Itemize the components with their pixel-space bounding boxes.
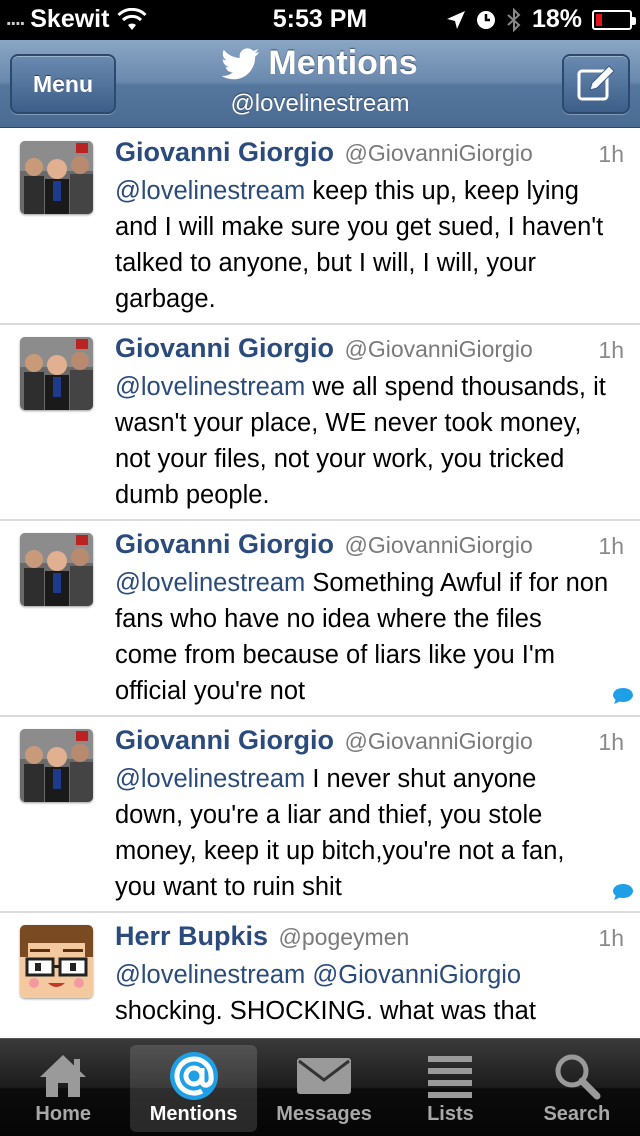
search-icon bbox=[555, 1054, 601, 1100]
tweet-author-handle[interactable]: @GiovanniGiorgio bbox=[344, 532, 532, 558]
tweet-author-name[interactable]: Giovanni Giorgio bbox=[115, 529, 334, 559]
tweet-author-handle[interactable]: @GiovanniGiorgio bbox=[344, 336, 532, 362]
avatar[interactable] bbox=[20, 337, 93, 410]
tweet-author-name[interactable]: Giovanni Giorgio bbox=[115, 137, 334, 167]
tweet-author-handle[interactable]: @pogeymen bbox=[279, 924, 410, 950]
status-bar: .... Skewit 5:53 PM 18% bbox=[0, 0, 640, 40]
avatar[interactable] bbox=[20, 729, 93, 802]
conversation-bubble-icon[interactable] bbox=[612, 883, 634, 901]
tweet-timestamp: 1h bbox=[598, 141, 624, 167]
tab-bar: Home Mentions Messages Lists Search bbox=[0, 1038, 640, 1136]
tab-label: Lists bbox=[427, 1103, 474, 1125]
tab-messages[interactable]: Messages bbox=[261, 1039, 387, 1136]
avatar-photo-three-men bbox=[20, 141, 93, 214]
tab-lists[interactable]: Lists bbox=[387, 1039, 513, 1136]
tweet-header: Herr Bupkis @pogeymen 1h bbox=[115, 921, 624, 957]
tab-mentions[interactable]: Mentions bbox=[130, 1045, 257, 1132]
status-right: 18% bbox=[446, 5, 636, 34]
tweet-mention-link[interactable]: @lovelinestream bbox=[115, 569, 305, 597]
twitter-bird-icon bbox=[222, 47, 260, 79]
tab-home[interactable]: Home bbox=[0, 1039, 126, 1136]
location-arrow-icon bbox=[446, 10, 465, 29]
avatar[interactable] bbox=[20, 533, 93, 606]
tweet-text: @lovelinestream Something Awful if for n… bbox=[115, 565, 610, 709]
avatar-photo-three-men bbox=[20, 729, 93, 802]
tweet-timestamp: 1h bbox=[598, 533, 624, 559]
tab-label: Search bbox=[543, 1103, 611, 1125]
tweet-text: @lovelinestream we all spend thousands, … bbox=[115, 369, 610, 513]
tweet-header: Giovanni Giorgio @GiovanniGiorgio 1h bbox=[115, 725, 624, 761]
tweet-header: Giovanni Giorgio @GiovanniGiorgio 1h bbox=[115, 529, 624, 565]
compose-icon bbox=[577, 65, 615, 101]
avatar-photo-three-men bbox=[20, 533, 93, 606]
avatar[interactable] bbox=[20, 925, 93, 998]
tweet-mention-link[interactable]: @lovelinestream bbox=[115, 765, 305, 793]
battery-percent: 18% bbox=[531, 5, 582, 33]
tab-label: Messages bbox=[276, 1103, 372, 1125]
tab-label: Mentions bbox=[149, 1103, 238, 1125]
tweet-text: @lovelinestream keep this up, keep lying… bbox=[115, 173, 610, 317]
tweet-author-name[interactable]: Giovanni Giorgio bbox=[115, 725, 334, 755]
at-icon bbox=[169, 1052, 218, 1100]
tweet-header: Giovanni Giorgio @GiovanniGiorgio 1h bbox=[115, 333, 624, 369]
tweet-text: @lovelinestream I never shut anyone down… bbox=[115, 761, 610, 905]
bluetooth-icon bbox=[507, 7, 521, 32]
tweet-text-content: shocking. SHOCKING. what was that bbox=[115, 997, 536, 1025]
tweet-item[interactable]: Giovanni Giorgio @GiovanniGiorgio 1h @lo… bbox=[0, 129, 640, 325]
tweet-author-handle[interactable]: @GiovanniGiorgio bbox=[344, 140, 532, 166]
battery-level-fill bbox=[596, 13, 602, 26]
tweet-header: Giovanni Giorgio @GiovanniGiorgio 1h bbox=[115, 137, 624, 173]
alarm-clock-icon bbox=[476, 10, 495, 29]
navigation-bar: Menu Mentions @lovelinestream bbox=[0, 40, 640, 128]
battery-icon bbox=[592, 9, 636, 30]
mentions-timeline[interactable]: Giovanni Giorgio @GiovanniGiorgio 1h @lo… bbox=[0, 129, 640, 1038]
tweet-text: @lovelinestream @GiovanniGiorgio shockin… bbox=[115, 957, 610, 1029]
page-title: Mentions bbox=[0, 44, 640, 83]
tweet-author-name[interactable]: Giovanni Giorgio bbox=[115, 333, 334, 363]
tweet-author-name[interactable]: Herr Bupkis bbox=[115, 921, 268, 951]
avatar-photo-three-men bbox=[20, 337, 93, 410]
tweet-mention-link[interactable]: @lovelinestream @GiovanniGiorgio bbox=[115, 961, 521, 989]
conversation-bubble-icon[interactable] bbox=[612, 687, 634, 705]
account-subtitle: @lovelinestream bbox=[230, 90, 410, 117]
tab-label: Home bbox=[35, 1103, 91, 1125]
tweet-author-handle[interactable]: @GiovanniGiorgio bbox=[344, 728, 532, 754]
tweet-timestamp: 1h bbox=[598, 337, 624, 363]
tweet-mention-link[interactable]: @lovelinestream bbox=[115, 177, 305, 205]
tweet-timestamp: 1h bbox=[598, 925, 624, 951]
page-title-text: Mentions bbox=[268, 44, 418, 82]
lists-icon bbox=[428, 1056, 473, 1098]
tweet-item[interactable]: Giovanni Giorgio @GiovanniGiorgio 1h @lo… bbox=[0, 717, 640, 913]
tweet-mention-link[interactable]: @lovelinestream bbox=[115, 373, 305, 401]
home-icon bbox=[40, 1055, 87, 1097]
tab-search[interactable]: Search bbox=[514, 1039, 640, 1136]
tweet-item[interactable]: Herr Bupkis @pogeymen 1h @lovelinestream… bbox=[0, 913, 640, 1038]
tweet-timestamp: 1h bbox=[598, 729, 624, 755]
compose-button[interactable] bbox=[562, 54, 630, 114]
avatar-cartoon-glasses-face bbox=[20, 925, 93, 998]
avatar[interactable] bbox=[20, 141, 93, 214]
envelope-icon bbox=[297, 1058, 352, 1094]
tweet-item[interactable]: Giovanni Giorgio @GiovanniGiorgio 1h @lo… bbox=[0, 521, 640, 717]
tweet-item[interactable]: Giovanni Giorgio @GiovanniGiorgio 1h @lo… bbox=[0, 325, 640, 521]
